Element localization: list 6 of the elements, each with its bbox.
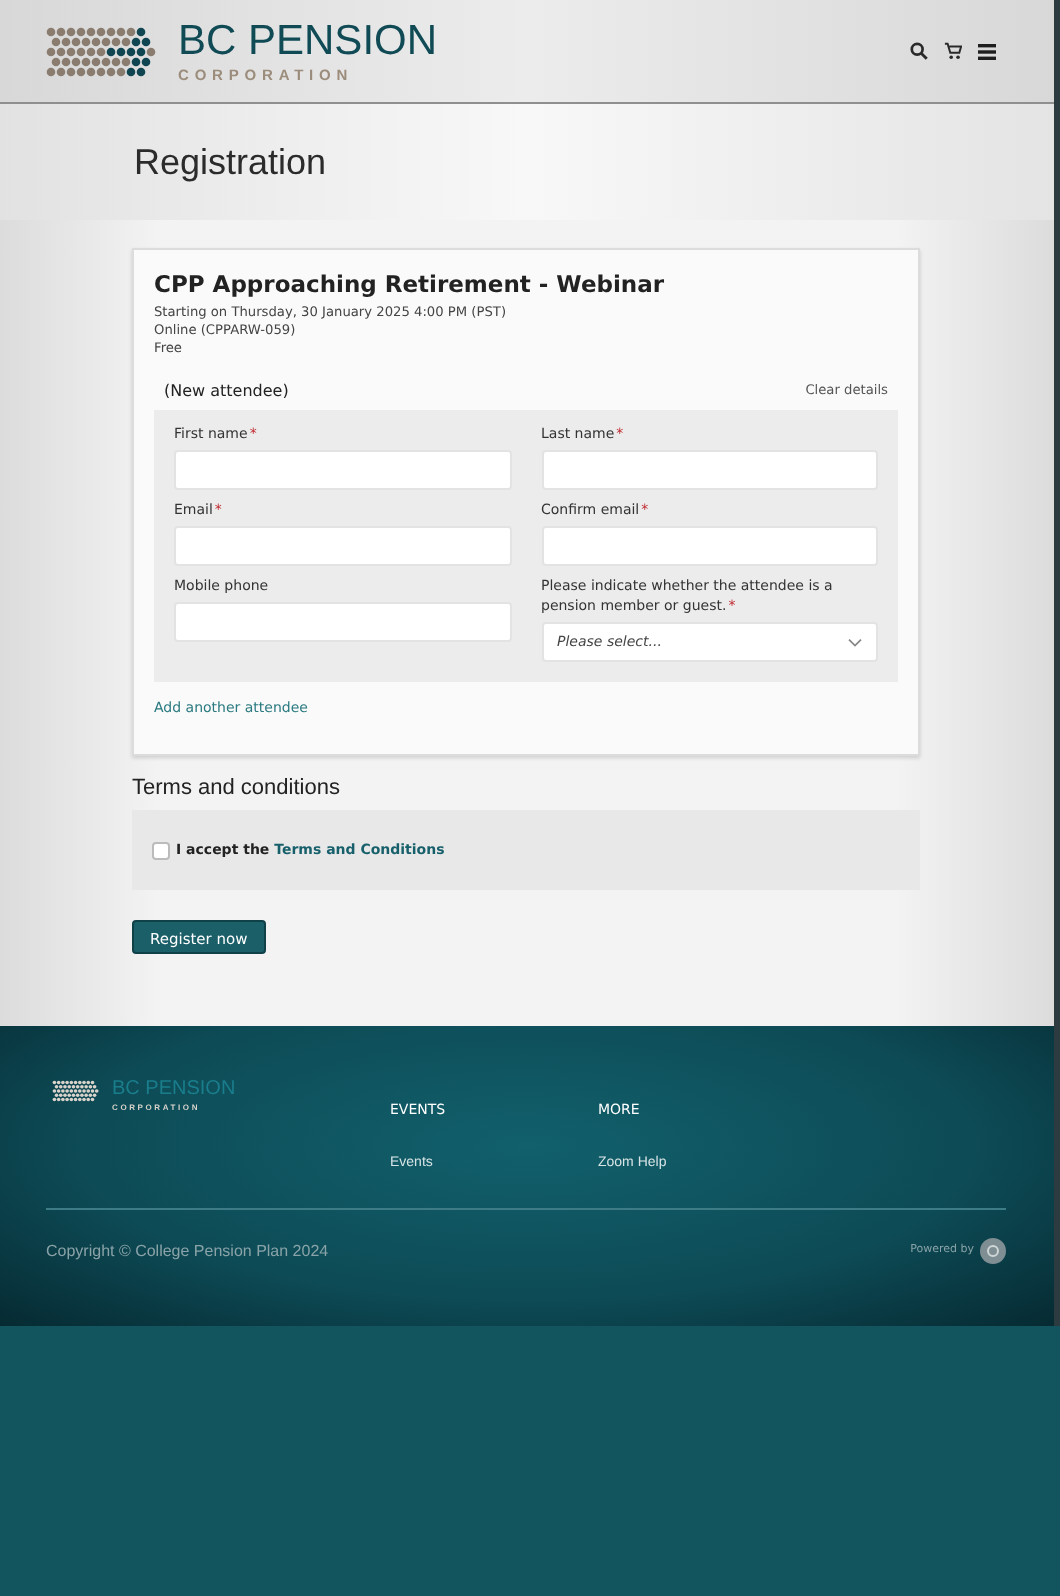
page-title: Registration bbox=[134, 141, 327, 183]
event-title: CPP Approaching Retirement - Webinar bbox=[154, 270, 667, 298]
attendee-heading: (New attendee) bbox=[164, 381, 289, 399]
section-heading: Terms and conditions bbox=[132, 776, 342, 800]
copyright-text: Copyright © College Pension Plan 2024 bbox=[46, 1241, 329, 1259]
logo-name: BC PENSION bbox=[178, 19, 438, 61]
